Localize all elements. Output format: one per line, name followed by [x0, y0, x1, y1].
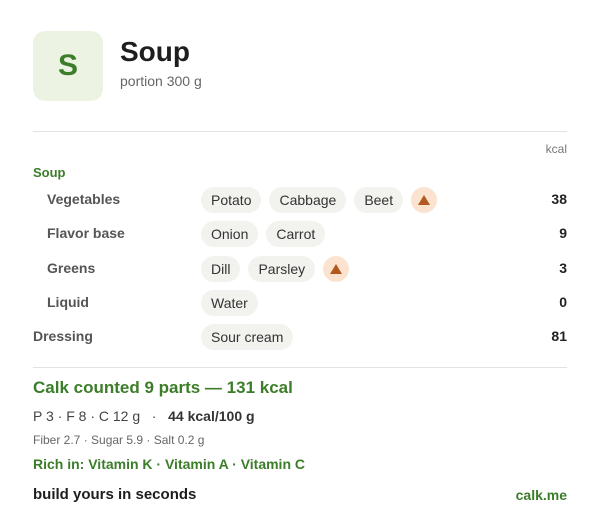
warning-triangle-icon[interactable] [323, 256, 350, 282]
macros-line: P 3 · F 8 · C 12 g · 44 kcal/100 g [33, 408, 255, 424]
ingredient-chip[interactable]: Water [201, 290, 258, 316]
rich-in-line: Rich in: Vitamin K · Vitamin A · Vitamin… [33, 456, 306, 472]
ingredient-row-flavor-base: Flavor base Onion Carrot 9 [0, 221, 600, 247]
ingredient-chip[interactable]: Sour cream [201, 324, 294, 350]
footer-tagline: build yours in seconds [33, 486, 197, 503]
chip-list: Sour cream [201, 324, 294, 350]
chip-list: Water [201, 290, 258, 316]
avatar-letter: S [57, 49, 78, 82]
portion-label: portion 300 g [120, 73, 202, 89]
micronutrients-line: Fiber 2.7 · Sugar 5.9 · Salt 0.2 g [33, 433, 205, 447]
ingredient-row-greens: Greens Dill Parsley 3 [0, 256, 600, 282]
divider-bottom [33, 367, 567, 368]
ingredient-chip[interactable]: Onion [201, 221, 259, 247]
macros-separator: · [151, 408, 157, 424]
divider-top [33, 131, 567, 132]
summary-headline: Calk counted 9 parts — 131 kcal [33, 378, 293, 397]
warning-triangle-icon[interactable] [411, 187, 438, 213]
title-block: Soup portion 300 g [120, 36, 202, 90]
row-kcal-value: 81 [551, 328, 567, 344]
ingredient-chip[interactable]: Potato [201, 187, 262, 213]
ingredient-row-dressing: Dressing Sour cream 81 [0, 324, 600, 350]
ingredient-chip[interactable]: Cabbage [269, 187, 347, 213]
recipe-header: S Soup portion 300 g [33, 31, 202, 101]
macros-values: P 3 · F 8 · C 12 g [33, 408, 141, 424]
ingredient-row-liquid: Liquid Water 0 [0, 290, 600, 316]
ingredient-chip[interactable]: Parsley [248, 256, 316, 282]
chip-list: Potato Cabbage Beet [201, 187, 438, 213]
row-label: Greens [47, 260, 96, 276]
avatar: S [33, 31, 103, 101]
chip-list: Dill Parsley [201, 256, 350, 282]
ingredient-row-vegetables: Vegetables Potato Cabbage Beet 38 [0, 187, 600, 213]
row-label: Dressing [33, 328, 93, 344]
kcal-column-header: kcal [545, 142, 567, 156]
row-label: Liquid [47, 294, 89, 310]
chip-list: Onion Carrot [201, 221, 326, 247]
ingredient-chip[interactable]: Dill [201, 256, 241, 282]
row-kcal-value: 9 [559, 225, 567, 241]
section-label-soup: Soup [33, 165, 66, 180]
row-label: Flavor base [47, 225, 125, 241]
page-title: Soup [120, 36, 190, 67]
energy-density: 44 kcal/100 g [168, 408, 255, 424]
row-kcal-value: 0 [559, 294, 567, 310]
row-kcal-value: 38 [551, 191, 567, 207]
row-label: Vegetables [47, 191, 121, 207]
ingredient-chip[interactable]: Beet [354, 187, 404, 213]
calk-link[interactable]: calk.me [516, 487, 567, 503]
row-kcal-value: 3 [559, 260, 567, 276]
ingredient-chip[interactable]: Carrot [266, 221, 326, 247]
